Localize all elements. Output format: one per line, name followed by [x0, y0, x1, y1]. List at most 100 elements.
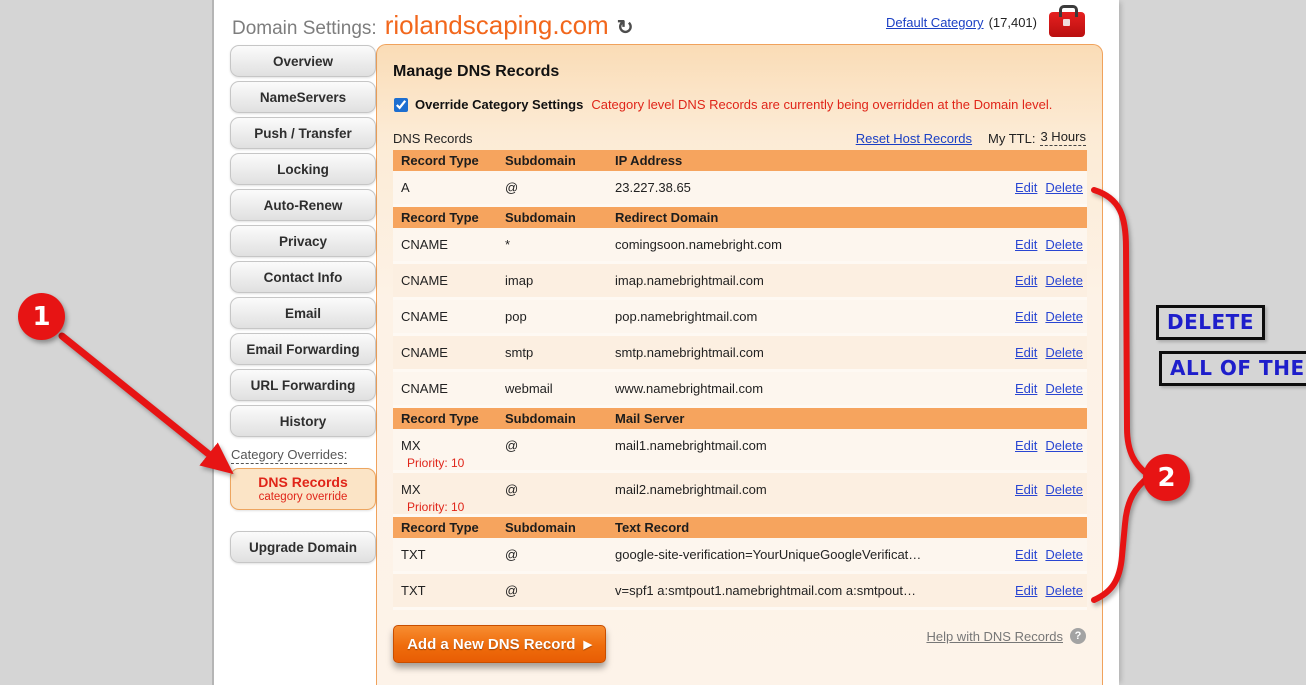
delete-link[interactable]: Delete: [1045, 273, 1083, 288]
arrow-right-icon: ▶: [583, 638, 591, 651]
reset-host-records-link[interactable]: Reset Host Records: [856, 131, 972, 146]
record-type: CNAME: [393, 309, 505, 324]
sidebar-item-email-forwarding[interactable]: Email Forwarding: [230, 333, 376, 365]
table-row: CNAME webmail www.namebrightmail.com Edi…: [393, 372, 1087, 408]
delete-link[interactable]: Delete: [1045, 547, 1083, 562]
sidebar-item-push-transfer[interactable]: Push / Transfer: [230, 117, 376, 149]
edit-link[interactable]: Edit: [1015, 547, 1037, 562]
category-overrides-heading: Category Overrides:: [231, 447, 378, 462]
sidebar: Overview NameServers Push / Transfer Loc…: [230, 45, 378, 567]
ttl-label: My TTL:: [988, 131, 1035, 146]
delete-link[interactable]: Delete: [1045, 309, 1083, 324]
delete-link[interactable]: Delete: [1045, 482, 1083, 497]
dns-records-tab-label: DNS Records: [231, 474, 375, 490]
record-value: mail1.namebrightmail.com: [615, 438, 987, 453]
table-row: CNAME pop pop.namebrightmail.com Edit Del…: [393, 300, 1087, 336]
header-right: Default Category (17,401): [886, 8, 1085, 37]
record-value: google-site-verification=YourUniqueGoogl…: [615, 547, 987, 562]
override-settings-row: Override Category Settings Category leve…: [393, 97, 1086, 112]
subdomain: pop: [505, 309, 615, 324]
override-checkbox-label: Override Category Settings: [415, 97, 583, 112]
priority-label: Priority: 10: [401, 500, 505, 514]
dns-records-label: DNS Records: [393, 131, 472, 146]
annotation-step-2: 2: [1143, 454, 1190, 501]
sidebar-item-history[interactable]: History: [230, 405, 376, 437]
delete-link[interactable]: Delete: [1045, 345, 1083, 360]
sidebar-item-nameservers[interactable]: NameServers: [230, 81, 376, 113]
refresh-icon[interactable]: ↻: [617, 15, 634, 40]
subdomain: @: [505, 482, 615, 497]
edit-link[interactable]: Edit: [1015, 583, 1037, 598]
record-type: A: [393, 180, 505, 195]
sidebar-item-dns-records-override[interactable]: DNS Records category override: [230, 468, 376, 510]
priority-label: Priority: 10: [401, 456, 505, 470]
default-category-link[interactable]: Default Category: [886, 15, 984, 30]
record-type: CNAME: [393, 345, 505, 360]
category-override-sublabel: category override: [231, 491, 375, 503]
annotation-all-of-these-label: ALL OF THESE: [1159, 351, 1306, 386]
subdomain: @: [505, 180, 615, 195]
table-row: TXT @ v=spf1 a:smtpout1.namebrightmail.c…: [393, 574, 1087, 610]
annotation-delete-label: DELETE: [1156, 305, 1265, 340]
category-count: (17,401): [989, 15, 1037, 30]
record-type: TXT: [393, 547, 505, 562]
record-type: CNAME: [393, 381, 505, 396]
subdomain: @: [505, 583, 615, 598]
record-value: 23.227.38.65: [615, 180, 987, 195]
question-mark-icon[interactable]: ?: [1070, 628, 1086, 644]
override-category-checkbox[interactable]: [394, 98, 408, 112]
add-dns-record-button[interactable]: Add a New DNS Record ▶: [393, 625, 606, 663]
subdomain: *: [505, 237, 615, 252]
record-value: imap.namebrightmail.com: [615, 273, 987, 288]
table-row: CNAME imap imap.namebrightmail.com Edit D…: [393, 264, 1087, 300]
table-row: MX Priority: 10 @ mail1.namebrightmail.c…: [393, 429, 1087, 473]
record-value: mail2.namebrightmail.com: [615, 482, 987, 497]
sidebar-item-privacy[interactable]: Privacy: [230, 225, 376, 257]
record-type: CNAME: [393, 237, 505, 252]
edit-link[interactable]: Edit: [1015, 345, 1037, 360]
record-type: CNAME: [393, 273, 505, 288]
upgrade-domain-button[interactable]: Upgrade Domain: [230, 531, 376, 563]
delete-link[interactable]: Delete: [1045, 180, 1083, 195]
record-value: www.namebrightmail.com: [615, 381, 987, 396]
dns-records-toolbar: DNS Records Reset Host Records My TTL: 3…: [393, 129, 1086, 146]
delete-link[interactable]: Delete: [1045, 438, 1083, 453]
edit-link[interactable]: Edit: [1015, 309, 1037, 324]
sidebar-item-contact-info[interactable]: Contact Info: [230, 261, 376, 293]
sidebar-item-overview[interactable]: Overview: [230, 45, 376, 77]
edit-link[interactable]: Edit: [1015, 273, 1037, 288]
table-header-row: Record Type Subdomain Mail Server: [393, 408, 1087, 429]
toolbox-icon[interactable]: [1049, 12, 1085, 37]
sidebar-item-auto-renew[interactable]: Auto-Renew: [230, 189, 376, 221]
record-type: MX Priority: 10: [393, 482, 505, 514]
table-header-row: Record Type Subdomain IP Address: [393, 150, 1087, 171]
sidebar-item-url-forwarding[interactable]: URL Forwarding: [230, 369, 376, 401]
subdomain: @: [505, 438, 615, 453]
override-warning-text: Category level DNS Records are currently…: [591, 97, 1052, 112]
edit-link[interactable]: Edit: [1015, 180, 1037, 195]
annotation-step-1: 1: [18, 293, 65, 340]
ttl-value[interactable]: 3 Hours: [1040, 129, 1086, 146]
record-value: comingsoon.namebright.com: [615, 237, 987, 252]
edit-link[interactable]: Edit: [1015, 482, 1037, 497]
record-value: smtp.namebrightmail.com: [615, 345, 987, 360]
record-type: MX Priority: 10: [393, 438, 505, 470]
domain-name: riolandscaping.com: [385, 10, 609, 41]
table-row: A @ 23.227.38.65 Edit Delete: [393, 171, 1087, 207]
help-dns-records-link[interactable]: Help with DNS Records: [926, 629, 1063, 644]
table-header-row: Record Type Subdomain Text Record: [393, 517, 1087, 538]
delete-link[interactable]: Delete: [1045, 583, 1083, 598]
record-value: pop.namebrightmail.com: [615, 309, 987, 324]
sidebar-item-email[interactable]: Email: [230, 297, 376, 329]
dns-panel: Manage DNS Records Override Category Set…: [376, 44, 1103, 685]
delete-link[interactable]: Delete: [1045, 381, 1083, 396]
domain-settings-label: Domain Settings:: [232, 18, 377, 40]
subdomain: @: [505, 547, 615, 562]
edit-link[interactable]: Edit: [1015, 381, 1037, 396]
edit-link[interactable]: Edit: [1015, 237, 1037, 252]
delete-link[interactable]: Delete: [1045, 237, 1083, 252]
edit-link[interactable]: Edit: [1015, 438, 1037, 453]
sidebar-item-locking[interactable]: Locking: [230, 153, 376, 185]
table-row: CNAME smtp smtp.namebrightmail.com EditD…: [393, 336, 1087, 372]
subdomain: imap: [505, 273, 615, 288]
